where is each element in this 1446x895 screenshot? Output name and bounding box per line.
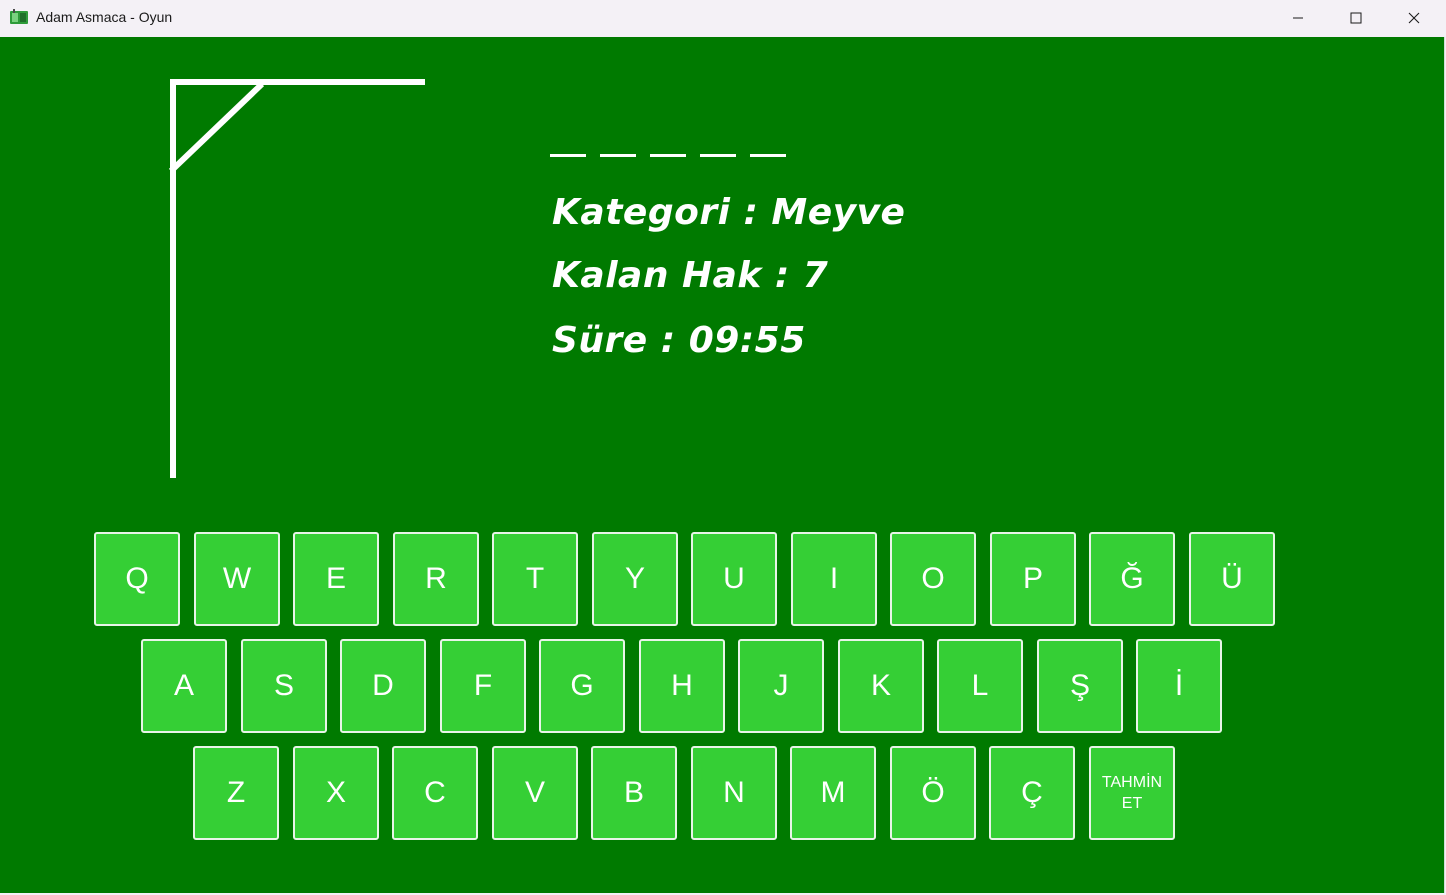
key-j[interactable]: J bbox=[738, 639, 824, 733]
key-i[interactable]: I bbox=[791, 532, 877, 626]
key-t[interactable]: T bbox=[492, 532, 578, 626]
key-d[interactable]: D bbox=[340, 639, 426, 733]
minimize-button[interactable] bbox=[1269, 0, 1327, 36]
game-area: Kategori : Meyve Kalan Hak : 7 Süre : 09… bbox=[0, 37, 1445, 893]
guess-button[interactable]: TAHMİN ET bbox=[1089, 746, 1175, 840]
maximize-icon bbox=[1350, 12, 1362, 24]
key-m[interactable]: M bbox=[790, 746, 876, 840]
key-i̇[interactable]: İ bbox=[1136, 639, 1222, 733]
key-ü[interactable]: Ü bbox=[1189, 532, 1275, 626]
key-e[interactable]: E bbox=[293, 532, 379, 626]
close-button[interactable] bbox=[1385, 0, 1443, 36]
key-ö[interactable]: Ö bbox=[890, 746, 976, 840]
gallows-drawing bbox=[168, 79, 425, 478]
letter-slot bbox=[600, 154, 636, 157]
key-ğ[interactable]: Ğ bbox=[1089, 532, 1175, 626]
app-icon bbox=[10, 9, 28, 25]
letter-slot bbox=[750, 154, 786, 157]
letter-slot bbox=[700, 154, 736, 157]
key-l[interactable]: L bbox=[937, 639, 1023, 733]
key-r[interactable]: R bbox=[393, 532, 479, 626]
timer-label: Süre : 09:55 bbox=[552, 320, 806, 361]
key-n[interactable]: N bbox=[691, 746, 777, 840]
word-slots bbox=[550, 154, 786, 157]
key-g[interactable]: G bbox=[539, 639, 625, 733]
key-a[interactable]: A bbox=[141, 639, 227, 733]
key-b[interactable]: B bbox=[591, 746, 677, 840]
key-c[interactable]: C bbox=[392, 746, 478, 840]
title-bar[interactable]: Adam Asmaca - Oyun bbox=[0, 0, 1446, 36]
category-label: Kategori : Meyve bbox=[552, 192, 906, 233]
minimize-icon bbox=[1293, 17, 1303, 19]
key-w[interactable]: W bbox=[194, 532, 280, 626]
key-v[interactable]: V bbox=[492, 746, 578, 840]
key-ç[interactable]: Ç bbox=[989, 746, 1075, 840]
remaining-lives-label: Kalan Hak : 7 bbox=[552, 255, 829, 296]
key-o[interactable]: O bbox=[890, 532, 976, 626]
key-s[interactable]: S bbox=[241, 639, 327, 733]
letter-slot bbox=[550, 154, 586, 157]
key-p[interactable]: P bbox=[990, 532, 1076, 626]
key-x[interactable]: X bbox=[293, 746, 379, 840]
key-ş[interactable]: Ş bbox=[1037, 639, 1123, 733]
letter-slot bbox=[650, 154, 686, 157]
key-h[interactable]: H bbox=[639, 639, 725, 733]
gallows-brace bbox=[168, 81, 265, 174]
game-window: Adam Asmaca - Oyun Kategori : Meyve Kala… bbox=[0, 0, 1446, 895]
maximize-button[interactable] bbox=[1327, 0, 1385, 36]
key-y[interactable]: Y bbox=[592, 532, 678, 626]
key-z[interactable]: Z bbox=[193, 746, 279, 840]
key-k[interactable]: K bbox=[838, 639, 924, 733]
window-title: Adam Asmaca - Oyun bbox=[36, 9, 173, 25]
key-q[interactable]: Q bbox=[94, 532, 180, 626]
key-f[interactable]: F bbox=[440, 639, 526, 733]
key-u[interactable]: U bbox=[691, 532, 777, 626]
close-icon bbox=[1408, 12, 1420, 24]
